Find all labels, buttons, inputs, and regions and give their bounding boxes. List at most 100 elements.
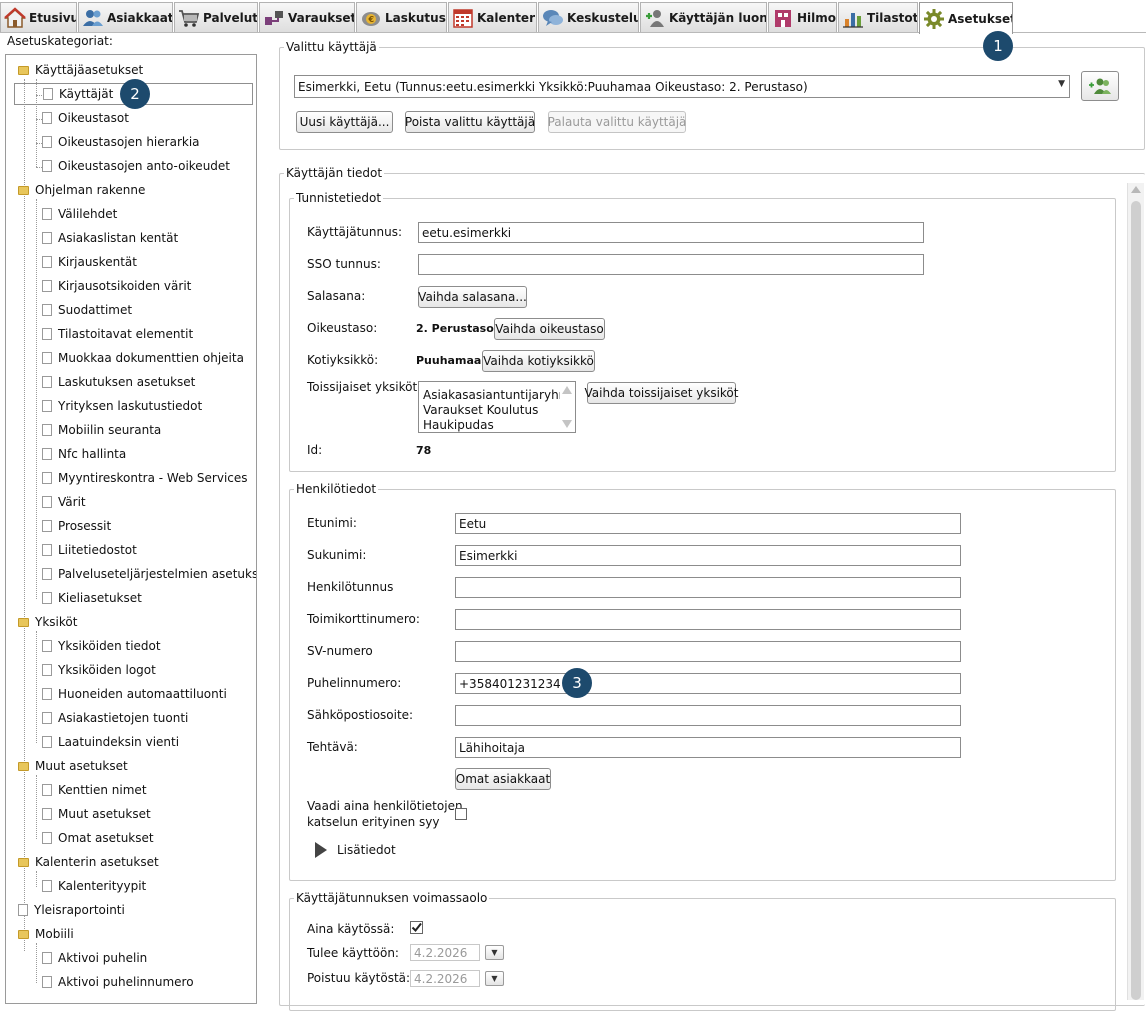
tree-group-yksikot[interactable]: Yksiköt <box>18 611 77 633</box>
tree-group-ohjelman-rakenne[interactable]: Ohjelman rakenne <box>18 179 145 201</box>
tree-item-liitetiedostot[interactable]: Liitetiedostot <box>42 539 137 561</box>
scroll-up-arrow[interactable] <box>562 386 572 394</box>
scrollbar-thumb[interactable] <box>1131 201 1141 1000</box>
tree-item-laatuindeksin-vienti[interactable]: Laatuindeksin vienti <box>42 731 179 753</box>
tree-item-kenttien-nimet[interactable]: Kenttien nimet <box>42 779 147 801</box>
settings-categories-caption: Asetuskategoriat: <box>7 34 113 48</box>
document-icon <box>42 448 52 460</box>
document-icon <box>42 544 52 556</box>
tree-item-asiakastietojen-tuonti[interactable]: Asiakastietojen tuonti <box>42 707 188 729</box>
tree-item-nfc-hallinta[interactable]: Nfc hallinta <box>42 443 126 465</box>
add-user-button[interactable] <box>1081 71 1119 101</box>
tree-item-oikeustasot[interactable]: Oikeustasot <box>42 107 129 129</box>
reservations-icon <box>265 10 283 25</box>
tree-item-kirjausotsikoiden-varit[interactable]: Kirjausotsikoiden värit <box>42 275 191 297</box>
selected-user-legend: Valittu käyttäjä <box>286 40 377 54</box>
tree-item-yleisraportointi[interactable]: Yleisraportointi <box>18 899 125 921</box>
tree-item-yrityksen-laskutustiedot[interactable]: Yrityksen laskutustiedot <box>42 395 202 417</box>
list-scrollbar[interactable] <box>560 382 575 432</box>
tree-group-kayttajaasetukset[interactable]: Käyttäjäasetukset <box>18 59 143 81</box>
username-field[interactable]: eetu.esimerkki <box>418 222 924 243</box>
ssn-field[interactable] <box>455 577 961 598</box>
change-home-unit-button[interactable]: Vaihda kotiyksikkö <box>482 350 595 372</box>
card-number-field[interactable] <box>455 609 961 630</box>
tree-item-aktivoi-puhelinnumero[interactable]: Aktivoi puhelinnumero <box>42 971 194 993</box>
tree-item-oikeustasojen-hierarkia[interactable]: Oikeustasojen hierarkia <box>42 131 200 153</box>
tab-laskutus[interactable]: € Laskutus <box>356 2 447 32</box>
tab-kalenteri[interactable]: Kalenteri <box>448 2 537 32</box>
document-icon <box>42 136 52 148</box>
scroll-down-arrow[interactable] <box>562 420 572 428</box>
tree-item-omat-asetukset[interactable]: Omat asetukset <box>42 827 154 849</box>
tree-item-muokkaa-dokumenttien-ohjeita[interactable]: Muokkaa dokumenttien ohjeita <box>42 347 244 369</box>
tree-item-mobiilin-seuranta[interactable]: Mobiilin seuranta <box>42 419 161 441</box>
tab-kayttajan-luonti[interactable]: Käyttäjän luonti <box>640 2 767 32</box>
tree-item-myyntireskontra[interactable]: Myyntireskontra - Web Services <box>42 467 248 489</box>
last-name-field[interactable]: Esimerkki <box>455 545 961 566</box>
first-name-field[interactable]: Eetu <box>455 513 961 534</box>
always-active-checkbox[interactable] <box>410 921 423 934</box>
email-field[interactable] <box>455 705 961 726</box>
tree-item-muut-asetukset[interactable]: Muut asetukset <box>42 803 151 825</box>
role-field[interactable]: Lähihoitaja <box>455 737 961 758</box>
tab-etusivu[interactable]: Etusivu <box>0 2 77 32</box>
tree-group-muut-asetukset[interactable]: Muut asetukset <box>18 755 128 777</box>
change-secondary-units-button[interactable]: Vaihda toissijaiset yksiköt <box>585 382 738 404</box>
tree-item-oikeustasojen-anto-oikeudet[interactable]: Oikeustasojen anto-oikeudet <box>42 155 230 177</box>
tab-asiakkaat[interactable]: Asiakkaat <box>78 2 173 32</box>
selected-user-select[interactable]: Esimerkki, Eetu (Tunnus:eetu.esimerkki Y… <box>294 75 1070 98</box>
tree-item-suodattimet[interactable]: Suodattimet <box>42 299 132 321</box>
tree-item-aktivoi-puhelin[interactable]: Aktivoi puhelin <box>42 947 147 969</box>
add-user-icon <box>1089 78 1111 94</box>
folder-icon <box>18 857 29 867</box>
sso-field[interactable] <box>418 254 924 275</box>
document-icon <box>42 352 52 364</box>
tree-item-tilastoitavat-elementit[interactable]: Tilastoitavat elementit <box>42 323 193 345</box>
tree-item-palveluseteljarjestelmien-asetukset[interactable]: Palveluseteljärjestelmien asetukset <box>42 563 256 585</box>
tree-item-kalenterityypit[interactable]: Kalenterityypit <box>42 875 146 897</box>
list-item[interactable]: Haukipudas <box>423 418 494 432</box>
tree-group-kalenterin-asetukset[interactable]: Kalenterin asetukset <box>18 851 159 873</box>
tree-group-mobiili[interactable]: Mobiili <box>18 923 74 945</box>
sv-number-field[interactable] <box>455 641 961 662</box>
change-password-button[interactable]: Vaihda salasana... <box>418 286 527 308</box>
tab-asetukset[interactable]: Asetukset <box>919 2 1013 34</box>
tree-item-yksikoiden-logot[interactable]: Yksiköiden logot <box>42 659 156 681</box>
tree-item-prosessit[interactable]: Prosessit <box>42 515 111 537</box>
delete-user-button[interactable]: Poista valittu käyttäjä <box>405 111 535 133</box>
callout-badge-1: 1 <box>983 31 1013 61</box>
end-date-dropdown[interactable]: ▼ <box>485 971 504 986</box>
tree-item-yksikoiden-tiedot[interactable]: Yksiköiden tiedot <box>42 635 161 657</box>
tree-item-asiakaslistan-kentat[interactable]: Asiakaslistan kentät <box>42 227 178 249</box>
vertical-scrollbar[interactable] <box>1127 183 1144 1000</box>
tab-varaukset[interactable]: Varaukset <box>259 2 355 32</box>
tab-keskustelu[interactable]: Keskustelu <box>538 2 639 32</box>
own-clients-button[interactable]: Omat asiakkaat <box>455 768 551 790</box>
start-date-field[interactable]: 4.2.2026 <box>410 944 480 961</box>
tree-item-label: Yksiköiden tiedot <box>58 639 161 653</box>
document-icon <box>42 496 52 508</box>
scroll-up-arrow[interactable] <box>1131 186 1141 193</box>
start-date-dropdown[interactable]: ▼ <box>485 945 504 960</box>
tab-tilastot[interactable]: Tilastot <box>838 2 918 32</box>
change-access-level-button[interactable]: Vaihda oikeustaso <box>494 318 605 340</box>
phone-field[interactable]: +358401231234 <box>455 673 961 694</box>
folder-icon <box>18 185 29 195</box>
end-date-field[interactable]: 4.2.2026 <box>410 970 480 987</box>
tree-item-varit[interactable]: Värit <box>42 491 86 513</box>
tree-item-kirjauskentat[interactable]: Kirjauskentät <box>42 251 137 273</box>
tab-palvelut[interactable]: Palvelut <box>174 2 258 32</box>
reason-required-checkbox[interactable] <box>455 808 467 820</box>
tab-hilmo[interactable]: Hilmo <box>768 2 837 32</box>
tree-item-valilehdet[interactable]: Välilehdet <box>42 203 117 225</box>
secondary-units-list[interactable]: Asiakasasiantuntijaryhmä Varaukset Koulu… <box>418 381 576 433</box>
new-user-button[interactable]: Uusi käyttäjä... <box>296 111 393 133</box>
restore-user-button[interactable]: Palauta valittu käyttäjä <box>548 111 686 133</box>
more-info-toggle[interactable]: Lisätiedot <box>315 842 396 858</box>
tree-item-kieliasetukset[interactable]: Kieliasetukset <box>42 587 142 609</box>
list-item[interactable]: Asiakasasiantuntijaryhmä <box>423 388 575 402</box>
list-item[interactable]: Varaukset Koulutus <box>423 403 538 417</box>
tree-item-laskutuksen-asetukset[interactable]: Laskutuksen asetukset <box>42 371 195 393</box>
tree-item-huoneiden-automaattiluonti[interactable]: Huoneiden automaattiluonti <box>42 683 227 705</box>
document-icon <box>42 784 52 796</box>
